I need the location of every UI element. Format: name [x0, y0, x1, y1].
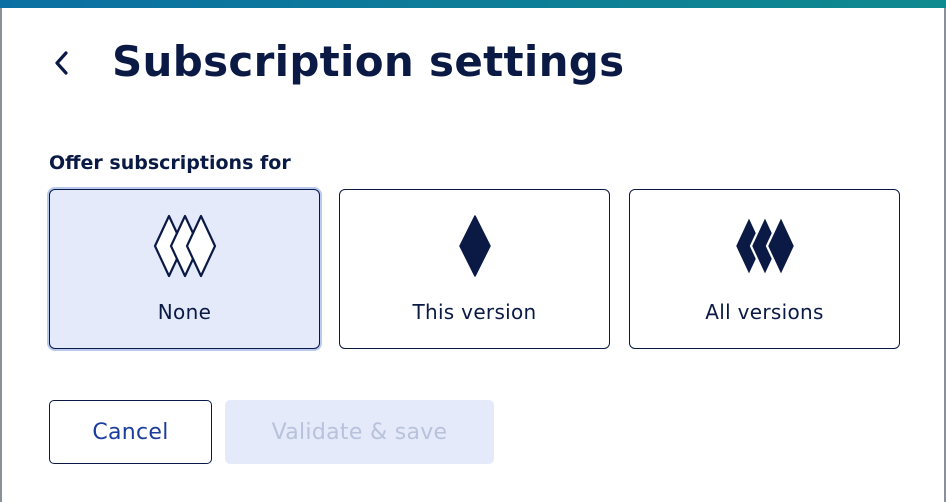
chevron-left-icon: [55, 51, 68, 75]
stacked-diamonds-icon: [733, 214, 797, 278]
back-button[interactable]: [44, 44, 80, 82]
top-accent-bar: [0, 0, 946, 8]
option-label: This version: [412, 300, 537, 324]
option-this-version[interactable]: This version: [339, 189, 610, 349]
subscription-settings-panel: Subscription settings Offer subscription…: [0, 0, 946, 502]
option-none[interactable]: None: [49, 189, 320, 349]
validate-save-button[interactable]: Validate & save: [225, 400, 494, 464]
outlined-diamonds-icon: [153, 214, 217, 278]
offer-subscriptions-label: Offer subscriptions for: [49, 152, 291, 174]
cancel-button[interactable]: Cancel: [49, 400, 212, 464]
page-title: Subscription settings: [112, 37, 625, 86]
option-label: None: [157, 300, 212, 324]
option-label: All versions: [705, 300, 824, 324]
option-all-versions[interactable]: All versions: [629, 189, 900, 349]
single-diamond-icon: [458, 214, 492, 278]
